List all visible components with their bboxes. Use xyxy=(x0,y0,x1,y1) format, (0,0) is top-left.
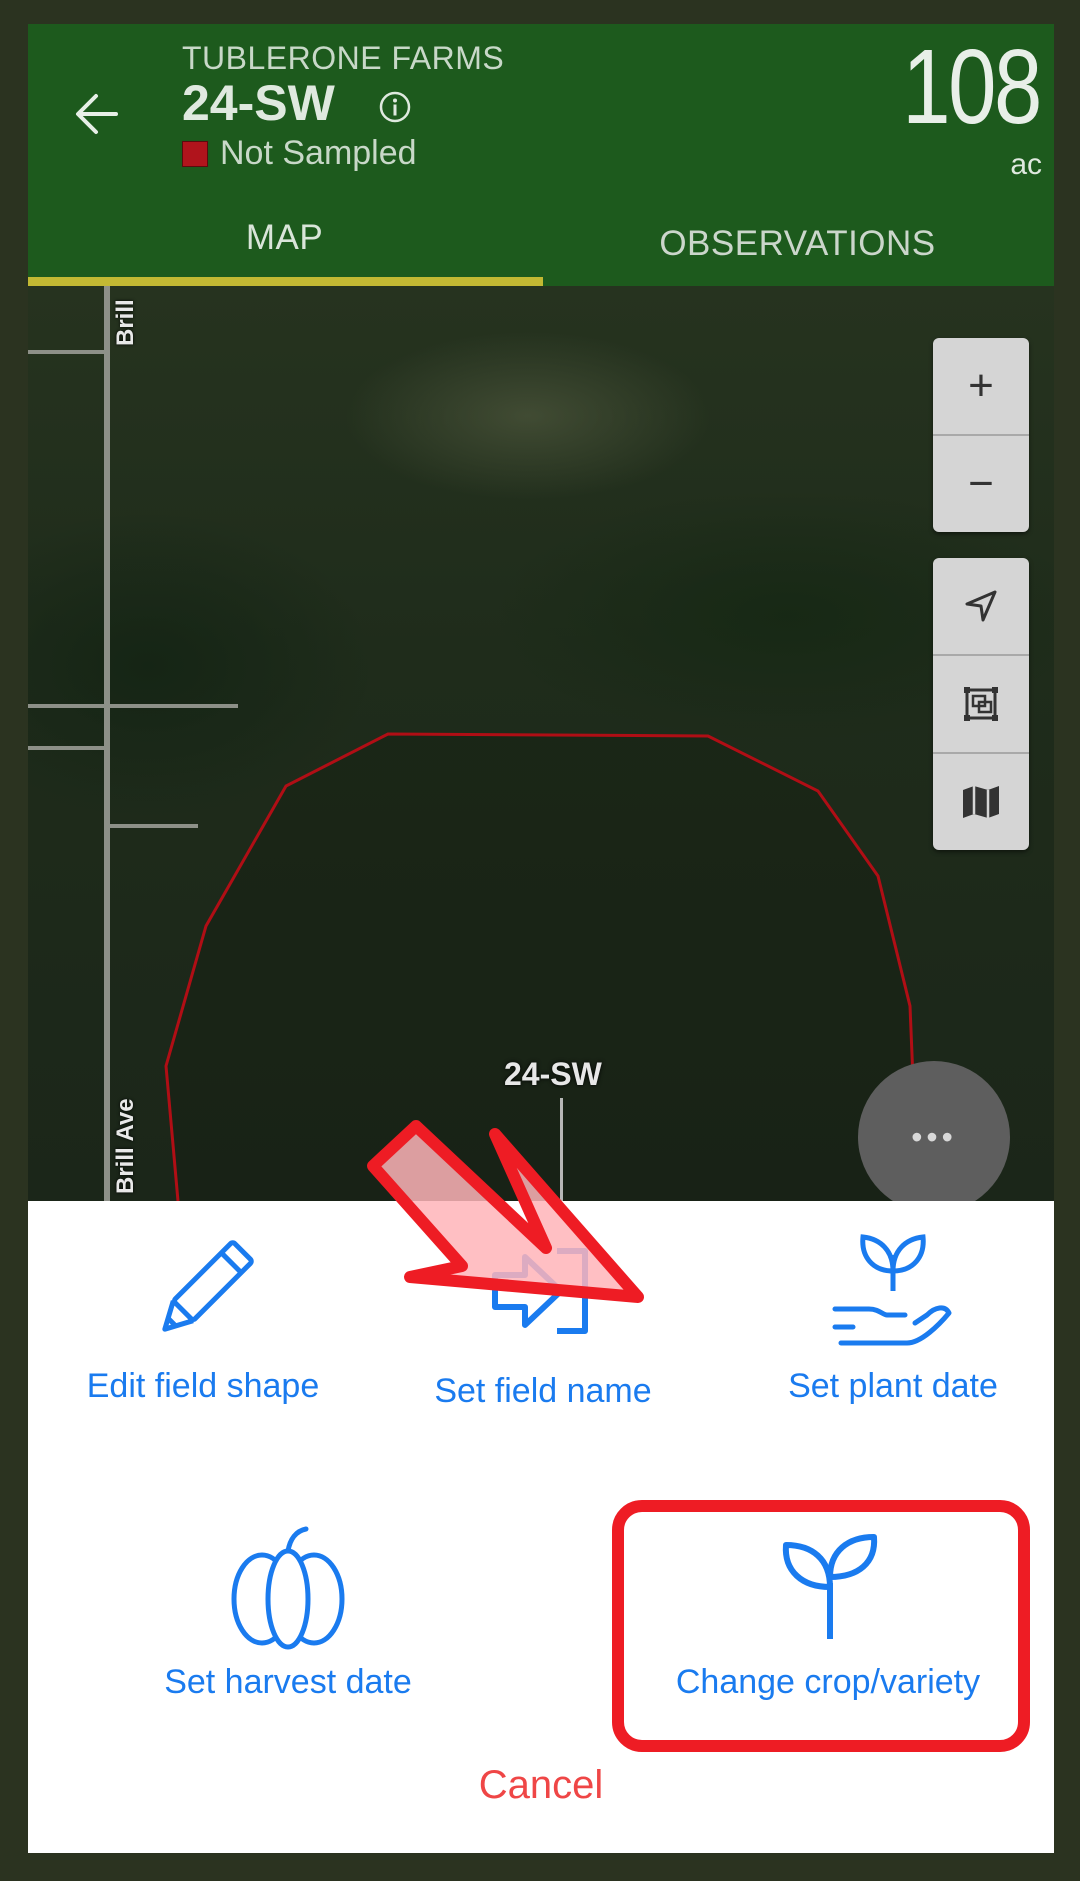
zoom-out-button[interactable]: − xyxy=(933,436,1029,532)
minus-icon: − xyxy=(968,459,994,508)
location-arrow-icon xyxy=(965,590,997,622)
fit-bounds-icon xyxy=(964,687,998,721)
ellipsis-icon: ••• xyxy=(911,1118,957,1155)
map-field-label: 24-SW xyxy=(504,1056,602,1092)
field-acreage: 108 xyxy=(902,28,1042,146)
set-plant-date-label: Set plant date xyxy=(788,1367,998,1405)
hand-seedling-icon xyxy=(832,1234,952,1346)
map-layers-button[interactable] xyxy=(933,754,1029,850)
tab-observations-label: OBSERVATIONS xyxy=(659,224,936,263)
field-pin-line xyxy=(560,1098,563,1201)
edit-field-shape-button[interactable]: Edit field shape xyxy=(48,1231,358,1406)
info-icon[interactable] xyxy=(378,90,412,124)
field-header: TUBLERONE FARMS 24-SW Not Sampled 108 ac… xyxy=(28,24,1054,286)
status-text: Not Sampled xyxy=(220,134,417,172)
set-field-name-button[interactable]: Set field name xyxy=(418,1231,668,1415)
set-harvest-date-button[interactable]: Set harvest date xyxy=(138,1523,438,1702)
zoom-in-button[interactable]: + xyxy=(933,338,1029,436)
locate-button[interactable] xyxy=(933,558,1029,656)
set-field-name-label: Set field name xyxy=(434,1372,652,1410)
acreage-unit: ac xyxy=(1010,148,1042,181)
edit-field-shape-label: Edit field shape xyxy=(86,1367,320,1405)
farm-name: TUBLERONE FARMS xyxy=(182,40,505,76)
sampling-status: Not Sampled xyxy=(182,134,417,173)
field-name: 24-SW xyxy=(182,75,335,131)
tab-observations[interactable]: OBSERVATIONS xyxy=(541,208,1054,292)
zoom-controls: + − xyxy=(933,338,1029,532)
plus-icon: + xyxy=(968,361,994,410)
fit-bounds-button[interactable] xyxy=(933,656,1029,754)
map-layers-icon xyxy=(963,786,999,818)
cancel-button[interactable]: Cancel xyxy=(28,1763,1054,1808)
highlight-box-annotation xyxy=(612,1500,1030,1752)
app-screen: TUBLERONE FARMS 24-SW Not Sampled 108 ac… xyxy=(28,24,1054,1853)
map-tool-controls xyxy=(933,558,1029,850)
sign-in-icon xyxy=(492,1248,588,1334)
satellite-map[interactable]: Brill Brill Ave 24-SW + − ••• xyxy=(28,286,1054,1201)
back-arrow-icon[interactable] xyxy=(66,82,130,146)
pencil-icon xyxy=(162,1240,254,1332)
active-tab-indicator xyxy=(28,277,543,286)
pumpkin-icon xyxy=(231,1526,345,1650)
status-square-icon xyxy=(182,140,208,167)
tab-map-label: MAP xyxy=(245,218,324,257)
set-harvest-date-label: Set harvest date xyxy=(164,1663,412,1701)
set-plant-date-button[interactable]: Set plant date xyxy=(743,1231,1043,1406)
tab-map[interactable]: MAP xyxy=(28,202,543,286)
more-options-button[interactable]: ••• xyxy=(858,1061,1010,1201)
